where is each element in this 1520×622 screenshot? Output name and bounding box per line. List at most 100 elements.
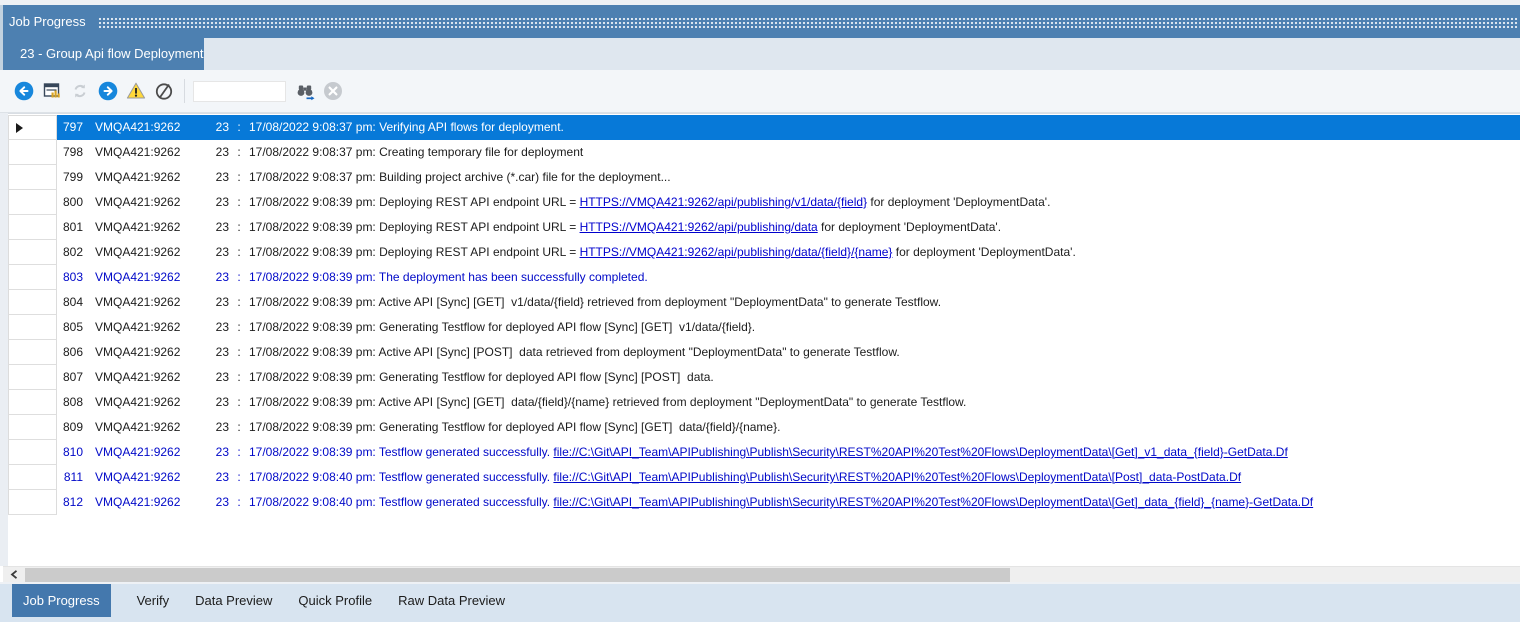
bottom-tab-verify[interactable]: Verify [137, 584, 170, 617]
row-host: VMQA421:9262 [95, 215, 213, 240]
row-body: 807 VMQA421:9262 23 : 17/08/2022 9:08:39… [57, 365, 1520, 390]
log-link[interactable]: file://C:\Git\API_Team\APIPublishing\Pub… [553, 445, 1287, 459]
bottom-tab-data-preview[interactable]: Data Preview [195, 584, 272, 617]
log-row[interactable]: 801 VMQA421:9262 23 : 17/08/2022 9:08:39… [0, 215, 1520, 240]
log-row[interactable]: 799 VMQA421:9262 23 : 17/08/2022 9:08:37… [0, 165, 1520, 190]
bottom-tab-quick-profile[interactable]: Quick Profile [298, 584, 372, 617]
row-host: VMQA421:9262 [95, 440, 213, 465]
row-selector-cell[interactable] [8, 490, 57, 515]
row-message: 17/08/2022 9:08:39 pm: Deploying REST AP… [249, 190, 1520, 215]
row-colon: : [229, 265, 249, 290]
bottom-tab-raw-data-preview[interactable]: Raw Data Preview [398, 584, 505, 617]
row-selector-cell[interactable] [8, 115, 57, 140]
row-selector-cell[interactable] [8, 390, 57, 415]
row-message: 17/08/2022 9:08:39 pm: Deploying REST AP… [249, 240, 1520, 265]
row-message: 17/08/2022 9:08:39 pm: Testflow generate… [249, 440, 1520, 465]
row-number: 811 [57, 465, 83, 490]
log-link[interactable]: HTTPS://VMQA421:9262/api/publishing/data [580, 220, 818, 234]
row-host: VMQA421:9262 [95, 265, 213, 290]
row-colon: : [229, 290, 249, 315]
tab-job-23[interactable]: 23 - Group Api flow Deployment [3, 38, 204, 70]
row-selector-cell[interactable] [8, 340, 57, 365]
show-report-icon[interactable] [42, 81, 62, 101]
row-colon: : [229, 340, 249, 365]
find-icon[interactable] [295, 81, 315, 101]
log-row[interactable]: 804 VMQA421:9262 23 : 17/08/2022 9:08:39… [0, 290, 1520, 315]
scrollbar-thumb[interactable] [25, 568, 1010, 582]
row-host: VMQA421:9262 [95, 365, 213, 390]
current-row-arrow-icon [16, 123, 23, 133]
warning-icon[interactable] [126, 81, 146, 101]
row-message: 17/08/2022 9:08:37 pm: Verifying API flo… [249, 115, 1520, 140]
log-row[interactable]: 803 VMQA421:9262 23 : 17/08/2022 9:08:39… [0, 265, 1520, 290]
row-body: 805 VMQA421:9262 23 : 17/08/2022 9:08:39… [57, 315, 1520, 340]
toolbar [0, 70, 1520, 113]
log-row[interactable]: 797 VMQA421:9262 23 : 17/08/2022 9:08:37… [0, 115, 1520, 140]
row-selector-cell[interactable] [8, 290, 57, 315]
row-selector-cell[interactable] [8, 315, 57, 340]
row-number: 803 [57, 265, 83, 290]
row-host: VMQA421:9262 [95, 465, 213, 490]
row-number: 802 [57, 240, 83, 265]
row-host: VMQA421:9262 [95, 415, 213, 440]
row-selector-cell[interactable] [8, 365, 57, 390]
row-host: VMQA421:9262 [95, 340, 213, 365]
row-body: 809 VMQA421:9262 23 : 17/08/2022 9:08:39… [57, 415, 1520, 440]
log-row[interactable]: 800 VMQA421:9262 23 : 17/08/2022 9:08:39… [0, 190, 1520, 215]
log-row[interactable]: 812 VMQA421:9262 23 : 17/08/2022 9:08:40… [0, 490, 1520, 515]
scroll-left-button[interactable] [3, 567, 25, 582]
cancel-search-icon[interactable] [323, 81, 343, 101]
row-job-id: 23 [213, 190, 229, 215]
log-row[interactable]: 802 VMQA421:9262 23 : 17/08/2022 9:08:39… [0, 240, 1520, 265]
row-selector-cell[interactable] [8, 415, 57, 440]
log-row[interactable]: 807 VMQA421:9262 23 : 17/08/2022 9:08:39… [0, 365, 1520, 390]
log-row[interactable]: 798 VMQA421:9262 23 : 17/08/2022 9:08:37… [0, 140, 1520, 165]
row-job-id: 23 [213, 215, 229, 240]
row-job-id: 23 [213, 115, 229, 140]
bottom-tab-job-progress[interactable]: Job Progress [12, 584, 111, 617]
row-selector-cell[interactable] [8, 215, 57, 240]
row-number: 810 [57, 440, 83, 465]
log-row[interactable]: 810 VMQA421:9262 23 : 17/08/2022 9:08:39… [0, 440, 1520, 465]
forward-icon[interactable] [98, 81, 118, 101]
log-row[interactable]: 806 VMQA421:9262 23 : 17/08/2022 9:08:39… [0, 340, 1520, 365]
row-colon: : [229, 390, 249, 415]
row-colon: : [229, 415, 249, 440]
row-selector-cell[interactable] [8, 140, 57, 165]
row-selector-cell[interactable] [8, 165, 57, 190]
row-job-id: 23 [213, 240, 229, 265]
row-selector-cell[interactable] [8, 440, 57, 465]
row-body: 798 VMQA421:9262 23 : 17/08/2022 9:08:37… [57, 140, 1520, 165]
row-colon: : [229, 215, 249, 240]
horizontal-scrollbar[interactable] [3, 566, 1520, 582]
row-message: 17/08/2022 9:08:39 pm: Active API [Sync]… [249, 340, 1520, 365]
row-message: 17/08/2022 9:08:39 pm: Deploying REST AP… [249, 215, 1520, 240]
log-row[interactable]: 811 VMQA421:9262 23 : 17/08/2022 9:08:40… [0, 465, 1520, 490]
row-selector-cell[interactable] [8, 465, 57, 490]
log-row[interactable]: 805 VMQA421:9262 23 : 17/08/2022 9:08:39… [0, 315, 1520, 340]
log-row[interactable]: 809 VMQA421:9262 23 : 17/08/2022 9:08:39… [0, 415, 1520, 440]
panel-title-band: Job Progress [0, 5, 1520, 38]
row-number: 809 [57, 415, 83, 440]
row-body: 802 VMQA421:9262 23 : 17/08/2022 9:08:39… [57, 240, 1520, 265]
row-job-id: 23 [213, 165, 229, 190]
row-number: 797 [57, 115, 83, 140]
row-colon: : [229, 465, 249, 490]
log-link[interactable]: HTTPS://VMQA421:9262/api/publishing/data… [580, 245, 893, 259]
log-row[interactable]: 808 VMQA421:9262 23 : 17/08/2022 9:08:39… [0, 390, 1520, 415]
row-selector-cell[interactable] [8, 240, 57, 265]
log-grid: 797 VMQA421:9262 23 : 17/08/2022 9:08:37… [0, 113, 1520, 566]
log-link[interactable]: file://C:\Git\API_Team\APIPublishing\Pub… [553, 470, 1241, 484]
back-icon[interactable] [14, 81, 34, 101]
log-link[interactable]: HTTPS://VMQA421:9262/api/publishing/v1/d… [580, 195, 868, 209]
row-number: 801 [57, 215, 83, 240]
search-input[interactable] [193, 81, 286, 102]
row-colon: : [229, 440, 249, 465]
row-selector-cell[interactable] [8, 190, 57, 215]
log-link[interactable]: file://C:\Git\API_Team\APIPublishing\Pub… [553, 495, 1313, 509]
suppress-messages-icon[interactable] [154, 81, 174, 101]
row-selector-cell[interactable] [8, 265, 57, 290]
row-body: 806 VMQA421:9262 23 : 17/08/2022 9:08:39… [57, 340, 1520, 365]
row-number: 808 [57, 390, 83, 415]
refresh-icon[interactable] [70, 81, 90, 101]
